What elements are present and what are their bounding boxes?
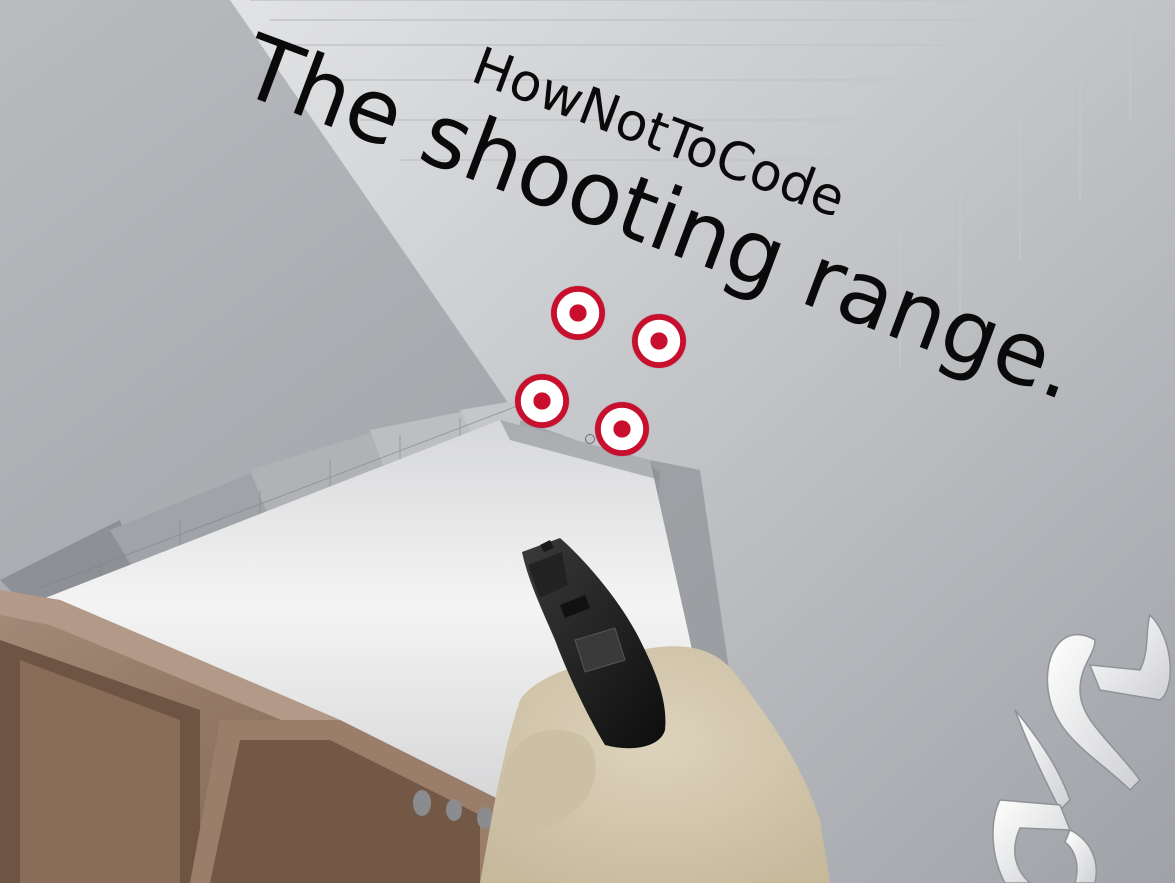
target[interactable] xyxy=(551,286,605,340)
target[interactable] xyxy=(515,374,569,428)
target[interactable] xyxy=(632,314,686,368)
game-viewport[interactable]: HowNotToCode The shooting range. xyxy=(0,0,1175,883)
crosshair-icon xyxy=(585,434,595,444)
target[interactable] xyxy=(595,402,649,456)
